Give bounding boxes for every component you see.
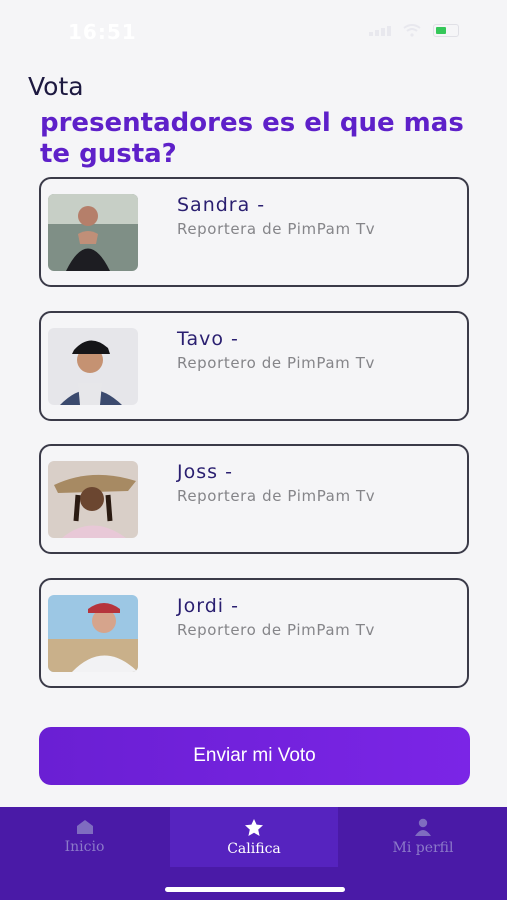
tab-califica[interactable]: Califica [170,807,338,867]
page-title: Vota [28,72,84,101]
submit-vote-button[interactable]: Enviar mi Voto [39,727,470,785]
presenter-name: Jordi - [177,595,239,617]
tab-label: Mi perfil [392,840,454,856]
presenter-card-sandra[interactable]: Sandra - Reportera de PimPam Tv [39,177,469,287]
tab-label: Inicio [64,839,105,855]
presenter-card-tavo[interactable]: Tavo - Reportero de PimPam Tv [39,311,469,421]
tab-mi-perfil[interactable]: Mi perfil [339,807,507,867]
presenter-photo [48,194,138,271]
tab-inicio[interactable]: Inicio [0,807,169,867]
presenter-card-joss[interactable]: Joss - Reportera de PimPam Tv [39,444,469,554]
presenter-photo [48,595,138,672]
presenter-role: Reportero de PimPam Tv [177,621,375,639]
star-icon [245,818,263,836]
presenter-card-jordi[interactable]: Jordi - Reportero de PimPam Tv [39,578,469,688]
presenter-role: Reportera de PimPam Tv [177,487,376,505]
signal-icon [369,25,391,36]
presenter-photo [48,328,138,405]
vote-question: presentadores es el que mas te gusta? [40,108,464,169]
battery-icon [433,24,459,37]
status-bar: 16:51 [0,0,507,64]
status-time: 16:51 [68,20,137,44]
presenter-name: Joss - [177,461,233,483]
home-icon [76,820,93,834]
person-icon [415,818,431,836]
home-indicator [165,887,345,892]
tab-label: Califica [227,840,281,857]
presenter-name: Tavo - [177,328,239,350]
presenter-name: Sandra - [177,194,266,216]
presenter-role: Reportero de PimPam Tv [177,354,375,372]
presenter-role: Reportera de PimPam Tv [177,220,376,238]
presenter-photo [48,461,138,538]
wifi-icon [403,24,421,37]
